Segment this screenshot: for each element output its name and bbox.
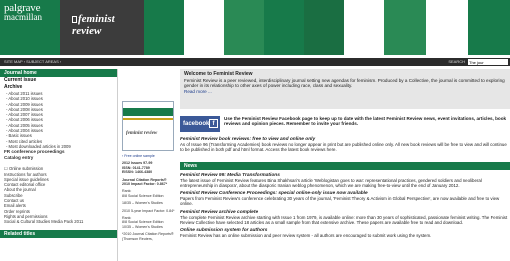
cover-stripe [123,118,173,120]
sidebar-related-titles: Related titles [0,229,117,238]
sidebar-link-label: Online submission [8,166,44,172]
header-tile [144,0,184,55]
facebook-icon: f [209,119,218,128]
header-tile [304,0,344,55]
nav-bar: SITE MAP › SUBJECT AREAS › SEARCH [0,58,510,66]
rank-line: 18/35 – Women's Studies [122,201,163,206]
facebook-promo: facebook f Use the Feminist Review Facebo… [180,114,510,136]
news-item: Feminist Review 99: Media Transformation… [180,173,510,188]
facebook-badge-label: facebook [183,121,210,127]
logo-line2: macmillan [4,12,42,22]
submission-icon: ☐ [4,166,8,172]
cover-band [123,108,173,116]
journal-brand-text: feminist review [72,13,115,37]
five-year-impact: 2010 5-year Impact Factor: 0.84* [122,208,175,213]
welcome-body: Feminist Review is a peer reviewed, inte… [184,77,505,89]
journal-cover[interactable]: feminist review [122,101,174,151]
issn-info: 2012 Issues 97-99 ISSN: 0141-7789 EISSN:… [122,161,153,175]
brand-mark-icon [72,16,77,23]
news-item: Online submission system for authors Fem… [180,228,510,238]
book-reviews-body: As of Issue 96 (Transforming Academies) … [180,142,507,153]
sidebar-item-current-issue[interactable]: Current issue [0,77,117,84]
citation-footnote: *2010 Journal Citation Reports® (Thomson… [122,232,174,241]
news-body: Feminist Review has an online submission… [180,232,432,238]
nav-links[interactable]: SITE MAP › SUBJECT AREAS › [4,58,61,66]
header-tile [468,0,510,55]
facebook-badge[interactable]: facebook f [180,116,220,132]
welcome-box: Welcome to Feminist Review Feminist Revi… [180,69,510,109]
header-tile [264,0,304,55]
free-sample-link[interactable]: › Free online sample [122,154,176,158]
header-tile [426,0,468,55]
sidebar-item-journal-home[interactable]: Journal home [0,69,117,77]
sidebar: Journal home Current issue Archive - Abo… [0,69,118,261]
cover-title: feminist review [126,131,158,136]
search-input[interactable] [468,59,508,65]
jcr-info: Journal Citation Reports® 2010 Impact Fa… [122,177,168,187]
book-reviews-block: Feminist Review book reviews: free to vi… [180,137,510,162]
search-label: SEARCH [448,59,465,64]
news-header: News [180,162,510,170]
journal-brand[interactable]: feminist review [60,0,144,55]
publisher-logo[interactable]: palgrave macmillan [0,0,60,55]
header-tile [224,0,264,55]
news-body: The latest issue of Feminist Review feat… [180,178,482,189]
facebook-text: Use the Feminist Review Facebook page to… [224,116,507,127]
header-tile [184,0,224,55]
news-body: Papers from Feminist Review's conference… [180,196,500,207]
site-header: palgrave macmillan feminist review [0,0,510,55]
sidebar-item-archive[interactable]: Archive [0,84,117,91]
news-body: The complete Feminist Review archive sta… [180,214,508,225]
header-tile [344,0,384,55]
rank-info-2: Rank: 8/8 Social Science Edition 10/35 –… [122,216,164,229]
read-more-link[interactable]: Read more ... [184,89,212,94]
news-item: Feminist Review archive complete The com… [180,210,510,225]
news-item: Feminist Review Conference Proceedings: … [180,191,510,206]
journal-info-column: feminist review › Free online sample 201… [122,69,176,261]
main-content: Welcome to Feminist Review Feminist Revi… [180,69,510,261]
header-tile [384,0,426,55]
rank-info: Rank: 8/8 Social Science Edition [122,189,164,198]
